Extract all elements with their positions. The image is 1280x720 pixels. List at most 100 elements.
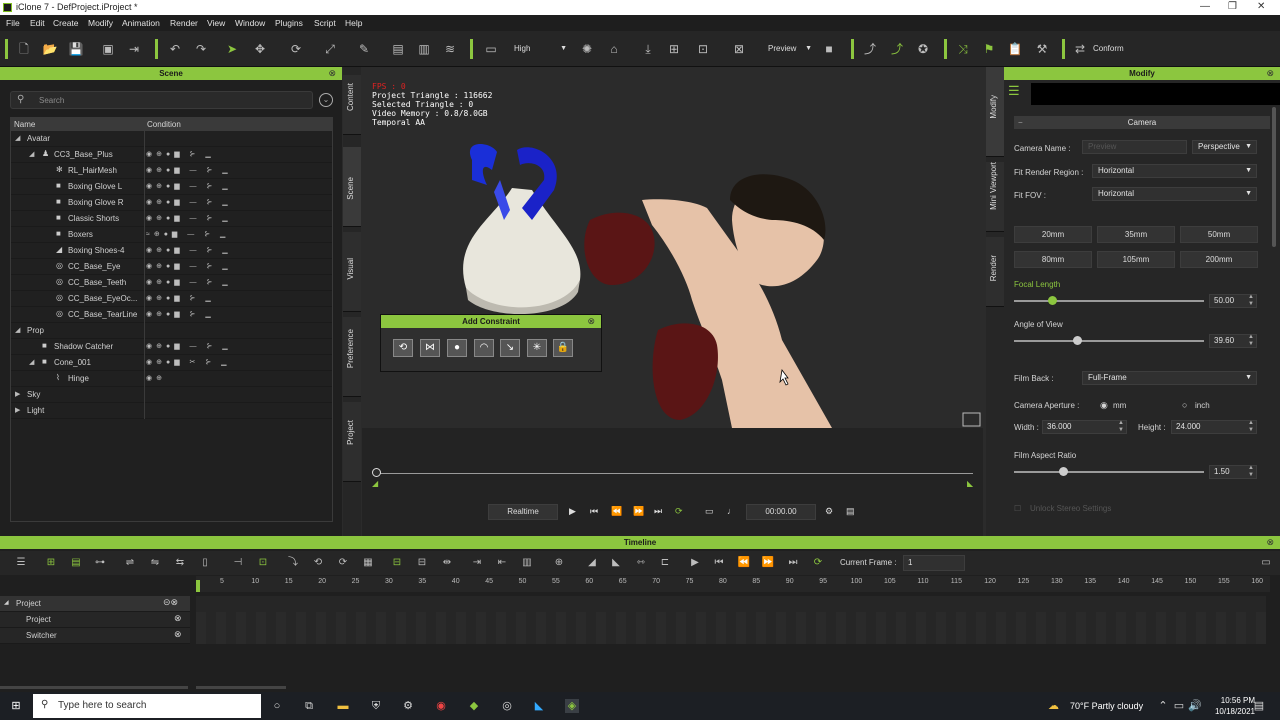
tree-row[interactable]: ◎ CC_Base_Eye ◉⊕●▆ — ⊱ ▁ [11,259,332,275]
move-icon[interactable]: ✥ [252,41,268,57]
windows-start-icon[interactable]: ⊞ [9,699,23,713]
angle-of-view-input[interactable]: 39.60 ▲ ▼ [1209,334,1257,348]
menu-plugins[interactable]: Plugins [275,18,303,28]
menu-edit[interactable]: Edit [30,18,45,28]
expand-icon[interactable]: ▶ [15,406,20,414]
redo-icon[interactable]: ↷ [193,41,209,57]
play-icon[interactable]: ▶ [688,556,702,570]
camera-section-header[interactable]: − Camera [1014,116,1270,129]
split-icon[interactable]: ⊣ [231,556,245,570]
spinner-icon[interactable]: ▲ ▼ [1248,465,1254,479]
next-frame-icon[interactable]: ⏩ [761,556,775,570]
layer-icon[interactable]: ▤ [69,556,83,570]
weather-icon[interactable]: ☁ [1048,699,1059,712]
track-close-icon[interactable]: ⊗ [174,629,182,640]
edit-motion-icon[interactable]: ⤴ [889,41,905,57]
collapse-icon[interactable]: − [1018,116,1023,129]
undo-icon[interactable]: ↶ [167,41,183,57]
prev-key-icon[interactable]: ◢ [585,556,599,570]
time-scrubber[interactable] [377,473,973,474]
condition-icons[interactable]: ◉⊕●▆ — ⊱ ▁ [146,246,232,254]
tab-content[interactable]: Content [343,75,361,135]
loop-icon[interactable]: ⟳ [811,556,825,570]
fit-render-region-dropdown[interactable]: Horizontal ▼ [1092,164,1257,178]
condition-icons[interactable]: ◉⊕●▆ — ⊱ ▁ [146,214,232,222]
track-bar[interactable] [196,612,1266,628]
collapse-icon[interactable]: ◢ [29,150,34,158]
tree-row[interactable]: ■ Boxers ≈⊕●▆ — ⊱ ▁ [11,227,332,243]
store-icon[interactable]: ⛨ [369,699,383,713]
restore-icon[interactable]: ❐ [1228,1,1237,12]
lens-20mm-button[interactable]: 20mm [1014,226,1092,243]
select-arrow-icon[interactable]: ➤ [224,41,240,57]
flag-icon[interactable]: ⚑ [981,41,997,57]
position-constraint-icon[interactable]: ⋈ [420,339,440,357]
radio-inch-icon[interactable]: ○ [1182,400,1187,410]
tree-row[interactable]: ◢ ♟ CC3_Base_Plus ◉⊕●▆ ⊱ ▁ [11,147,332,163]
network-icon[interactable]: ▭ [1172,699,1186,713]
tree-row[interactable]: ■ Boxing Glove L ◉⊕●▆ — ⊱ ▁ [11,179,332,195]
align-icon[interactable]: ▤ [390,41,406,57]
tree-row[interactable]: ◎ CC_Base_Teeth ◉⊕●▆ — ⊱ ▁ [11,275,332,291]
import-icon[interactable]: ▣ [100,41,116,57]
track-bar[interactable] [196,628,1266,644]
obs-icon[interactable]: ◎ [500,699,514,713]
link-icon[interactable]: ⊶ [93,556,107,570]
lens-35mm-button[interactable]: 35mm [1097,226,1175,243]
condition-icons[interactable]: ◉⊕●▆ ✂ ⊱ ▁ [146,358,231,366]
collapse-icon[interactable]: ◢ [15,134,20,142]
chrome-icon[interactable]: ◉ [434,699,448,713]
pick-parent-icon[interactable]: ✎ [356,41,372,57]
film-aspect-slider[interactable] [1014,471,1204,473]
lock-constraint-icon[interactable]: 🔒 [553,339,573,357]
steam-icon[interactable]: ⚙ [401,699,415,713]
character-creator-icon[interactable]: ◆ [467,699,481,713]
lens-50mm-button[interactable]: 50mm [1180,226,1258,243]
focal-length-slider[interactable] [1014,300,1204,302]
modify-scrollbar[interactable] [1272,107,1276,247]
collapse-icon[interactable]: ◢ [4,599,9,606]
weather-text[interactable]: 70°F Partly cloudy [1070,701,1143,711]
prev-frame-icon[interactable]: ⏪ [611,506,622,517]
projection-dropdown[interactable]: Perspective ▼ [1192,140,1257,154]
prev-frame-icon[interactable]: ⏪ [737,556,751,570]
tree-row-avatar[interactable]: ◢ Avatar [11,131,332,147]
height-input[interactable]: 24.000 ▲ ▼ [1171,420,1257,434]
condition-icons[interactable]: ◉⊕●▆ — ⊱ ▁ [146,262,232,270]
clipboard-icon[interactable]: ▯ [198,556,212,570]
frame-range-icon[interactable]: ⇿ [634,556,648,570]
condition-icons[interactable]: ◉⊕●▆ ⊱ ▁ [146,310,215,318]
3d-viewport[interactable]: FPS : 0 Project Triangle : 116662 Select… [362,80,983,428]
condition-icons[interactable]: ◉⊕●▆ — ⊱ ▁ [146,278,232,286]
tree-row[interactable]: ◢ Boxing Shoes-4 ◉⊕●▆ — ⊱ ▁ [11,243,332,259]
task-view-icon[interactable]: ⧉ [302,699,316,713]
clip-settings-icon[interactable]: ▥ [520,556,534,570]
menu-window[interactable]: Window [235,18,265,28]
path-constraint-icon[interactable]: ↘ [500,339,520,357]
tree-row-light[interactable]: ▶ Light [11,403,332,419]
tree-row-sky[interactable]: ▶ Sky [11,387,332,403]
cortana-icon[interactable]: ○ [270,699,284,713]
reach-icon[interactable]: ⤴ [862,41,878,57]
spinner-icon[interactable]: ▲ ▼ [1248,420,1254,434]
film-aspect-input[interactable]: 1.50 ▲ ▼ [1209,465,1257,479]
tab-preference[interactable]: Preference [343,317,361,397]
open-folder-icon[interactable]: 📂 [42,41,58,57]
realtime-dropdown[interactable]: Realtime [488,504,558,520]
spinner-icon[interactable]: ▲ ▼ [1118,420,1124,434]
condition-icons[interactable]: ◉⊕●▆ — ⊱ ▁ [146,342,232,350]
film-back-dropdown[interactable]: Full-Frame ▼ [1082,371,1257,385]
zoom-extents-icon[interactable]: ⊞ [666,41,682,57]
condition-icons[interactable]: ≈⊕●▆ — ⊱ ▁ [146,230,229,238]
scene-search-input[interactable]: ⚲ Search [10,91,313,109]
drop-to-floor-icon[interactable]: ⤓ [640,41,656,57]
tree-row-prop[interactable]: ◢ Prop [11,323,332,339]
scrubber-handle[interactable] [372,468,381,477]
focal-length-input[interactable]: 50.00 ▲ ▼ [1209,294,1257,308]
attach-constraint-icon[interactable]: ● [447,339,467,357]
rotate-icon[interactable]: ⟳ [288,41,304,57]
menu-script[interactable]: Script [314,18,336,28]
spinner-icon[interactable]: ▲ ▼ [1248,294,1254,308]
swap-icon[interactable]: ⇋ [148,556,162,570]
transition-icon[interactable]: ⇹ [440,556,454,570]
